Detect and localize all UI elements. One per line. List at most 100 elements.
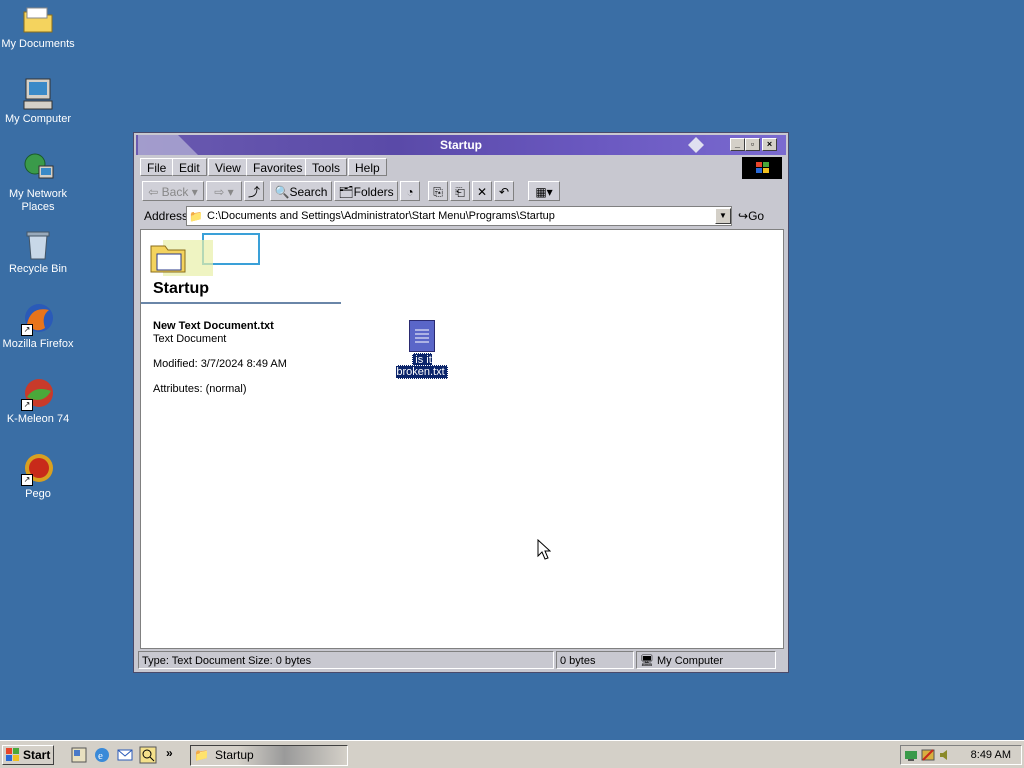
shortcut-arrow-icon: ↗ — [21, 399, 33, 411]
desktop-icon-label: My Computer — [4, 113, 72, 125]
quicklaunch-more-icon[interactable]: » — [166, 746, 173, 760]
views-button[interactable]: ▦▾ — [528, 181, 560, 201]
menu-help[interactable]: Help — [348, 158, 387, 176]
desktop-icon-recycle-bin[interactable]: Recycle Bin — [0, 227, 76, 276]
start-label: Start — [23, 748, 51, 762]
k-meleon-icon: ↗ — [21, 377, 55, 411]
taskbar-button-label: Startup — [215, 748, 254, 762]
address-bar: Address 📁 C:\Documents and Settings\Admi… — [140, 205, 782, 227]
forward-button[interactable]: ⇨ ▾ — [206, 181, 242, 201]
move-to-button[interactable]: ⎘ — [428, 181, 448, 201]
text-document-icon — [409, 320, 435, 352]
desktop-icon-label: Recycle Bin — [8, 263, 68, 275]
desktop-icon-my-documents[interactable]: My Documents — [0, 2, 76, 51]
history-button[interactable]: ◔ — [400, 181, 420, 201]
recycle-bin-icon — [21, 227, 55, 261]
address-input[interactable]: 📁 C:\Documents and Settings\Administrato… — [186, 206, 732, 226]
network-icon — [21, 152, 55, 186]
undo-icon: ↶ — [498, 185, 510, 199]
menu-file[interactable]: File — [140, 158, 174, 176]
shortcut-arrow-icon: ↗ — [21, 474, 33, 486]
menu-view[interactable]: View — [208, 158, 248, 176]
up-folder-button[interactable]: ⤴ — [244, 181, 264, 201]
internet-explorer-icon[interactable]: e — [93, 746, 111, 764]
menu-bar: File Edit View Favorites Tools Help — [140, 157, 782, 179]
delete-button[interactable]: ✕ — [472, 181, 492, 201]
search-button[interactable]: 🔍Search — [270, 181, 332, 201]
move-to-icon: ⎘ — [433, 185, 443, 199]
up-folder-icon: ⤴ — [247, 185, 260, 199]
selected-file-name: New Text Document.txt — [153, 320, 274, 332]
back-button[interactable]: ⇦ Back ▾ — [142, 181, 204, 201]
close-button[interactable]: × — [762, 138, 777, 151]
status-bar: Type: Text Document Size: 0 bytes 0 byte… — [138, 650, 784, 670]
firefox-icon: ↗ — [21, 302, 55, 336]
folder-content-pane[interactable]: Startup New Text Document.txt Text Docum… — [140, 229, 784, 649]
toolbar: ⇦ Back ▾ ⇨ ▾ ⤴ 🔍Search 🗂Folders ◔ ⎘ ⎗ ✕ … — [140, 179, 782, 203]
maximize-button[interactable]: ▫ — [745, 138, 760, 151]
windows-logo-icon — [6, 748, 19, 761]
undo-button[interactable]: ↶ — [494, 181, 514, 201]
svg-text:e: e — [98, 750, 103, 762]
selected-file-modified: Modified: 3/7/2024 8:49 AM — [153, 358, 287, 370]
mouse-cursor-icon — [537, 539, 551, 560]
my-computer-icon: 🖥 — [640, 655, 654, 667]
desktop-icon-label: My Network Places — [8, 188, 68, 213]
outlook-express-icon[interactable] — [116, 746, 134, 764]
title-bar[interactable]: Startup _ ▫ × — [136, 135, 786, 155]
status-zone-label: My Computer — [657, 655, 724, 667]
address-dropdown-button[interactable]: ▼ — [715, 208, 731, 224]
system-tray: 8:49 AM — [900, 745, 1022, 765]
desktop-icon-label: Pego — [25, 488, 51, 500]
shortcut-arrow-icon: ↗ — [21, 324, 33, 336]
explorer-window: Startup _ ▫ × File Edit View Favorites T… — [133, 132, 789, 673]
go-label: Go — [748, 209, 765, 223]
desktop-icon-my-computer[interactable]: My Computer — [0, 77, 76, 126]
folders-label: Folders — [353, 185, 394, 199]
desktop-icon-firefox[interactable]: ↗ Mozilla Firefox — [0, 302, 76, 351]
show-desktop-icon[interactable] — [70, 746, 88, 764]
desktop-icon-label: Mozilla Firefox — [2, 338, 74, 350]
status-info: Type: Text Document Size: 0 bytes — [138, 651, 554, 669]
address-value: C:\Documents and Settings\Administrator\… — [207, 210, 555, 222]
selected-file-attributes: Attributes: (normal) — [153, 383, 247, 395]
address-label: Address — [144, 209, 189, 223]
menu-favorites[interactable]: Favorites — [246, 158, 310, 176]
file-item[interactable]: is it broken.txt — [387, 320, 457, 379]
desktop-icon-k-meleon[interactable]: ↗ K-Meleon 74 — [0, 377, 76, 426]
minimize-button[interactable]: _ — [730, 138, 745, 151]
desktop-icon-pego[interactable]: ↗ Pego — [0, 452, 76, 501]
go-button[interactable]: ↪Go — [738, 206, 780, 226]
search-quicklaunch-icon[interactable] — [139, 746, 157, 764]
views-icon: ▦▾ — [535, 185, 553, 199]
start-button[interactable]: Start — [2, 745, 54, 765]
desktop-icon-label: K-Meleon 74 — [6, 413, 70, 425]
search-icon: 🔍 — [274, 185, 290, 199]
file-label: is it broken.txt — [396, 353, 448, 379]
network-tray-icon[interactable] — [904, 748, 918, 762]
menu-tools[interactable]: Tools — [305, 158, 348, 176]
pego-icon: ↗ — [21, 452, 55, 486]
folders-button[interactable]: 🗂Folders — [334, 181, 398, 201]
delete-icon: ✕ — [476, 185, 488, 199]
history-icon: ◔ — [406, 185, 414, 199]
copy-to-button[interactable]: ⎗ — [450, 181, 470, 201]
status-size: 0 bytes — [556, 651, 634, 669]
desktop-icon-network-places[interactable]: My Network Places — [0, 152, 76, 214]
back-label: Back — [161, 185, 189, 199]
clock[interactable]: 8:49 AM — [971, 749, 1011, 761]
folder-icon: 📁 — [194, 748, 209, 762]
title-decoration-icon — [688, 137, 704, 153]
folder-banner-icon — [150, 233, 260, 276]
menu-edit[interactable]: Edit — [172, 158, 207, 176]
search-label: Search — [289, 185, 328, 199]
title-divider — [141, 302, 341, 304]
tray-volume-icon[interactable] — [938, 748, 952, 762]
computer-icon — [21, 77, 55, 111]
back-arrow-icon: ⇦ — [148, 185, 159, 199]
folder-title: Startup — [153, 280, 209, 297]
taskbar-button-startup[interactable]: 📁 Startup — [190, 745, 348, 766]
tray-tool-icon[interactable] — [921, 748, 935, 762]
folders-icon: 🗂 — [338, 185, 354, 199]
folder-icon — [21, 2, 55, 36]
